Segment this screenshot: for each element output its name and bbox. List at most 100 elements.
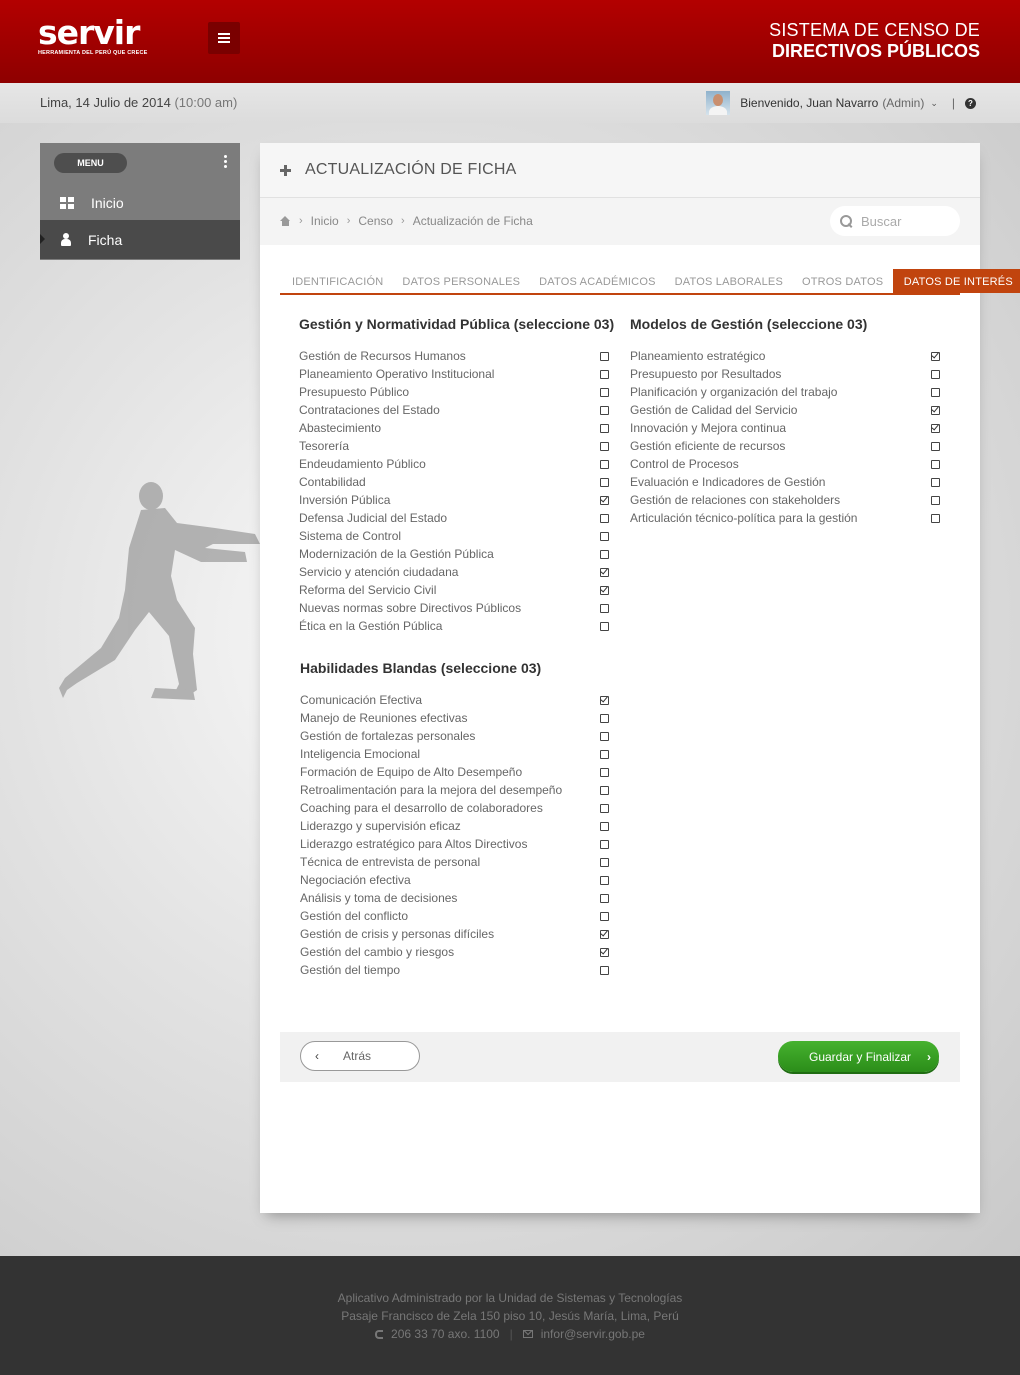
checkbox-unchecked[interactable] [600,857,609,867]
checkbox-option[interactable]: Presupuesto Público [299,383,609,401]
checkbox-unchecked[interactable] [931,369,940,379]
checkbox-option[interactable]: Control de Procesos [630,455,940,473]
help-icon[interactable]: ? [965,97,976,109]
checkbox-unchecked[interactable] [600,749,609,759]
checkbox-option[interactable]: Nuevas normas sobre Directivos Públicos [299,599,609,617]
checkbox-option[interactable]: Retroalimentación para la mejora del des… [300,781,609,799]
footer-email[interactable]: infor@servir.gob.pe [541,1327,645,1341]
checkbox-checked[interactable] [600,695,609,705]
checkbox-option[interactable]: Servicio y atención ciudadana [299,563,609,581]
checkbox-option[interactable]: Técnica de entrevista de personal [300,853,609,871]
checkbox-option[interactable]: Tesorería [299,437,609,455]
checkbox-option[interactable]: Presupuesto por Resultados [630,365,940,383]
checkbox-option[interactable]: Manejo de Reuniones efectivas [300,709,609,727]
checkbox-option[interactable]: Modernización de la Gestión Pública [299,545,609,563]
checkbox-option[interactable]: Gestión de crisis y personas difíciles [300,925,609,943]
checkbox-unchecked[interactable] [600,821,609,831]
checkbox-unchecked[interactable] [600,351,609,361]
checkbox-option[interactable]: Negociación efectiva [300,871,609,889]
save-and-finish-button[interactable]: Guardar y Finalizar › [778,1041,939,1072]
checkbox-option[interactable]: Análisis y toma de decisiones [300,889,609,907]
checkbox-unchecked[interactable] [600,423,609,433]
checkbox-option[interactable]: Planeamiento Operativo Institucional [299,365,609,383]
checkbox-checked[interactable] [931,351,940,361]
checkbox-option[interactable]: Inteligencia Emocional [300,745,609,763]
checkbox-unchecked[interactable] [931,495,940,505]
tab-identificacion[interactable]: IDENTIFICACIÓN [280,269,393,293]
checkbox-unchecked[interactable] [600,603,609,613]
checkbox-option[interactable]: Gestión del tiempo [300,961,609,979]
checkbox-option[interactable]: Comunicación Efectiva [300,691,609,709]
checkbox-option[interactable]: Sistema de Control [299,527,609,545]
back-button[interactable]: ‹ Atrás [300,1041,420,1071]
checkbox-unchecked[interactable] [931,513,940,523]
checkbox-checked[interactable] [600,929,609,939]
checkbox-option[interactable]: Gestión del cambio y riesgos [300,943,609,961]
checkbox-unchecked[interactable] [600,387,609,397]
sidebar-item-inicio[interactable]: Inicio [40,183,240,222]
checkbox-unchecked[interactable] [600,477,609,487]
checkbox-checked[interactable] [931,405,940,415]
checkbox-option[interactable]: Liderazgo y supervisión eficaz [300,817,609,835]
checkbox-unchecked[interactable] [931,441,940,451]
checkbox-option[interactable]: Gestión de fortalezas personales [300,727,609,745]
checkbox-option[interactable]: Evaluación e Indicadores de Gestión [630,473,940,491]
breadcrumb-censo[interactable]: Censo [358,214,393,228]
checkbox-unchecked[interactable] [600,839,609,849]
checkbox-checked[interactable] [600,947,609,957]
checkbox-unchecked[interactable] [600,875,609,885]
checkbox-option[interactable]: Planificación y organización del trabajo [630,383,940,401]
tab-datos-laborales[interactable]: DATOS LABORALES [665,269,792,293]
checkbox-unchecked[interactable] [600,549,609,559]
checkbox-unchecked[interactable] [600,911,609,921]
search-input[interactable] [861,213,951,229]
checkbox-unchecked[interactable] [600,369,609,379]
servir-logo[interactable]: servir HERRAMIENTA DEL PERÚ QUE CRECE [38,16,148,57]
checkbox-unchecked[interactable] [600,513,609,523]
checkbox-option[interactable]: Formación de Equipo de Alto Desempeño [300,763,609,781]
sidebar-item-ficha[interactable]: Ficha [40,220,240,259]
checkbox-unchecked[interactable] [600,893,609,903]
checkbox-option[interactable]: Gestión eficiente de recursos [630,437,940,455]
checkbox-unchecked[interactable] [600,405,609,415]
checkbox-option[interactable]: Gestión de Calidad del Servicio [630,401,940,419]
checkbox-unchecked[interactable] [600,767,609,777]
checkbox-option[interactable]: Endeudamiento Público [299,455,609,473]
checkbox-unchecked[interactable] [600,621,609,631]
checkbox-option[interactable]: Abastecimiento [299,419,609,437]
tab-datos-academicos[interactable]: DATOS ACADÉMICOS [530,269,665,293]
checkbox-unchecked[interactable] [600,441,609,451]
kebab-menu-icon[interactable] [224,155,227,170]
checkbox-option[interactable]: Contrataciones del Estado [299,401,609,419]
checkbox-option[interactable]: Liderazgo estratégico para Altos Directi… [300,835,609,853]
checkbox-unchecked[interactable] [600,965,609,975]
checkbox-option[interactable]: Contabilidad [299,473,609,491]
checkbox-unchecked[interactable] [600,713,609,723]
tab-datos-de-interes[interactable]: DATOS DE INTERÉS [892,269,1020,293]
checkbox-unchecked[interactable] [600,531,609,541]
checkbox-unchecked[interactable] [931,459,940,469]
hamburger-menu-button[interactable] [208,22,240,54]
breadcrumb-inicio[interactable]: Inicio [311,214,339,228]
home-icon[interactable] [280,216,291,226]
chevron-down-icon[interactable]: ⌄ [930,98,938,109]
checkbox-option[interactable]: Articulación técnico-política para la ge… [630,509,940,527]
checkbox-option[interactable]: Gestión de relaciones con stakeholders [630,491,940,509]
checkbox-unchecked[interactable] [600,731,609,741]
checkbox-option[interactable]: Coaching para el desarrollo de colaborad… [300,799,609,817]
tab-otros-datos[interactable]: OTROS DATOS [792,269,892,293]
checkbox-checked[interactable] [600,495,609,505]
checkbox-unchecked[interactable] [931,387,940,397]
checkbox-option[interactable]: Inversión Pública [299,491,609,509]
checkbox-checked[interactable] [931,423,940,433]
tab-datos-personales[interactable]: DATOS PERSONALES [393,269,530,293]
checkbox-option[interactable]: Planeamiento estratégico [630,347,940,365]
checkbox-option[interactable]: Defensa Judicial del Estado [299,509,609,527]
checkbox-option[interactable]: Gestión de Recursos Humanos [299,347,609,365]
checkbox-option[interactable]: Reforma del Servicio Civil [299,581,609,599]
user-menu[interactable]: Bienvenido, Juan Navarro (Admin) ⌄ | ? [706,91,976,115]
checkbox-checked[interactable] [600,567,609,577]
search-box[interactable] [830,206,960,236]
checkbox-option[interactable]: Innovación y Mejora continua [630,419,940,437]
checkbox-option[interactable]: Gestión del conflicto [300,907,609,925]
